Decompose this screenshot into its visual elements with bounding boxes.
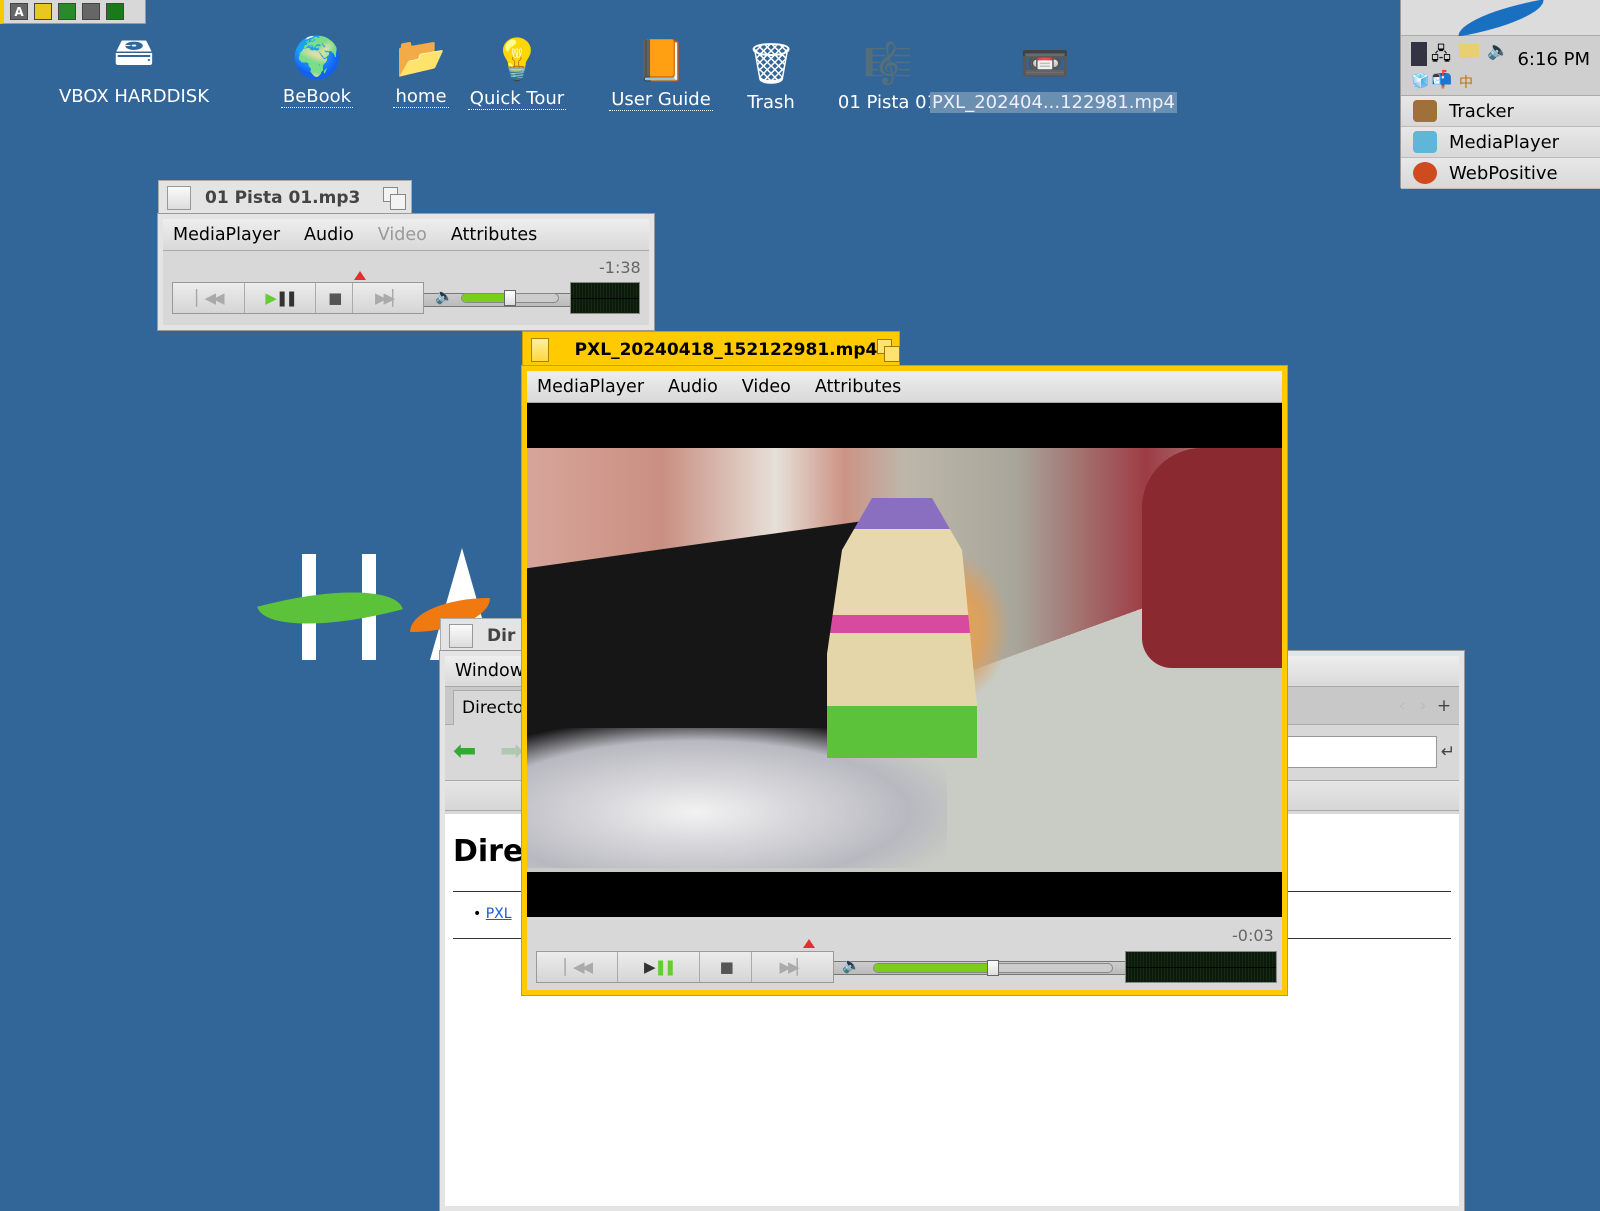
video-player-window-tab[interactable]: PXL_20240418_152122981.mp4 <box>522 331 900 367</box>
menu-window[interactable]: Window <box>455 661 524 681</box>
mediaplayer-icon <box>1413 131 1437 153</box>
close-button[interactable] <box>531 337 549 362</box>
video-frame <box>527 448 1282 872</box>
video-file-icon: 📼 <box>1020 40 1070 87</box>
go-button[interactable]: ↵ <box>1437 736 1459 768</box>
play-pause-button[interactable]: ▶ ❚❚ <box>618 952 700 982</box>
volume-icon: 🔈 <box>435 287 454 305</box>
input-method-icon[interactable]: 中 <box>1459 72 1473 92</box>
menu-video: Video <box>377 224 427 245</box>
harddisk-icon: 🖴 <box>113 29 155 75</box>
mail-icon[interactable]: 📬 <box>1431 70 1452 90</box>
note-icon[interactable] <box>34 3 52 20</box>
volume-knob[interactable] <box>987 960 999 976</box>
playhead-marker[interactable] <box>802 939 815 948</box>
file-link[interactable]: PXL <box>486 906 512 922</box>
new-tab-button[interactable]: + <box>1433 691 1455 721</box>
skip-back-button[interactable]: ▏◀◀ <box>173 283 246 313</box>
transport-controls: ▏◀◀ ▶ ❚❚ ■ ▶▶▏ <box>172 282 424 314</box>
audio-player-window-tab[interactable]: 01 Pista 01.mp3 <box>158 180 412 215</box>
close-button[interactable] <box>167 186 191 210</box>
audio-player-window: MediaPlayer Audio Video Attributes -1:38… <box>157 213 655 331</box>
cpu-monitor-icon[interactable] <box>1411 42 1427 66</box>
deskbar-replicants: A <box>0 0 146 24</box>
clock[interactable]: 6:16 PM <box>1517 49 1590 70</box>
desktop-icon-vbox-harddisk[interactable]: 🖴 VBOX HARDDISK <box>49 28 219 107</box>
package-icon[interactable]: 🧊 <box>1411 72 1430 90</box>
volume-knob[interactable] <box>504 290 516 306</box>
menu-attributes[interactable]: Attributes <box>451 225 537 245</box>
stop-button[interactable]: ■ <box>316 283 353 313</box>
workspace-icon[interactable] <box>82 3 100 20</box>
menu-mediaplayer[interactable]: MediaPlayer <box>173 225 280 245</box>
transport-controls: ▏◀◀ ▶ ❚❚ ■ ▶▶▏ <box>536 951 834 983</box>
peak-meter <box>570 282 640 314</box>
deskbar-item-webpositive[interactable]: WebPositive <box>1401 158 1600 189</box>
peak-meter <box>1125 951 1277 983</box>
menu-attributes[interactable]: Attributes <box>815 377 901 397</box>
back-button[interactable]: ⬅ <box>453 737 476 765</box>
webpositive-icon <box>1413 162 1437 184</box>
menu-audio[interactable]: Audio <box>668 377 718 397</box>
moon-icon[interactable] <box>58 3 76 20</box>
menu-video[interactable]: Video <box>742 377 791 397</box>
stop-button[interactable]: ■ <box>700 952 752 982</box>
time-remaining: -0:03 <box>1232 926 1274 945</box>
zoom-button[interactable] <box>877 338 900 362</box>
list-item: • PXL <box>473 906 512 922</box>
leaf-menu-button[interactable] <box>1401 0 1600 37</box>
leaf-icon <box>1454 0 1547 37</box>
font-icon[interactable]: A <box>10 3 28 20</box>
time-remaining: -1:38 <box>599 258 641 277</box>
skip-forward-button[interactable]: ▶▶▏ <box>752 952 833 982</box>
tab-scroll-left[interactable]: ‹ <box>1391 691 1413 721</box>
forward-button[interactable]: ➡ <box>500 737 523 765</box>
playhead-marker[interactable] <box>353 271 366 280</box>
battery-icon[interactable] <box>1459 44 1479 58</box>
tab-scroll-right[interactable]: › <box>1413 691 1433 721</box>
desktop-icon-pxl-video[interactable]: 📼 PXL_202404...122981.mp4 <box>930 34 1177 113</box>
deskbar-item-tracker[interactable]: Tracker <box>1401 96 1600 127</box>
video-view[interactable] <box>527 403 1282 917</box>
deskbar: 🖧 🔈 🧊 📬 中 6:16 PM Tracker MediaPlayer We… <box>1400 0 1600 189</box>
list-icon[interactable] <box>106 3 124 20</box>
video-player-window: MediaPlayer Audio Video Attributes -0:03… <box>521 365 1288 996</box>
deskbar-item-mediaplayer[interactable]: MediaPlayer <box>1401 127 1600 158</box>
zoom-button[interactable] <box>383 187 406 210</box>
volume-icon: 🔈 <box>842 956 861 974</box>
menu-audio[interactable]: Audio <box>304 225 354 245</box>
network-icon[interactable]: 🖧 <box>1431 42 1451 72</box>
speaker-icon[interactable]: 🔈 <box>1487 40 1509 61</box>
play-pause-button[interactable]: ▶ ❚❚ <box>245 283 316 313</box>
system-tray: 🖧 🔈 🧊 📬 中 6:16 PM <box>1401 36 1600 96</box>
skip-forward-button[interactable]: ▶▶▏ <box>353 283 423 313</box>
tracker-icon <box>1413 100 1437 122</box>
skip-back-button[interactable]: ▏◀◀ <box>537 952 619 982</box>
close-button[interactable] <box>449 623 473 648</box>
menu-mediaplayer[interactable]: MediaPlayer <box>537 377 644 397</box>
